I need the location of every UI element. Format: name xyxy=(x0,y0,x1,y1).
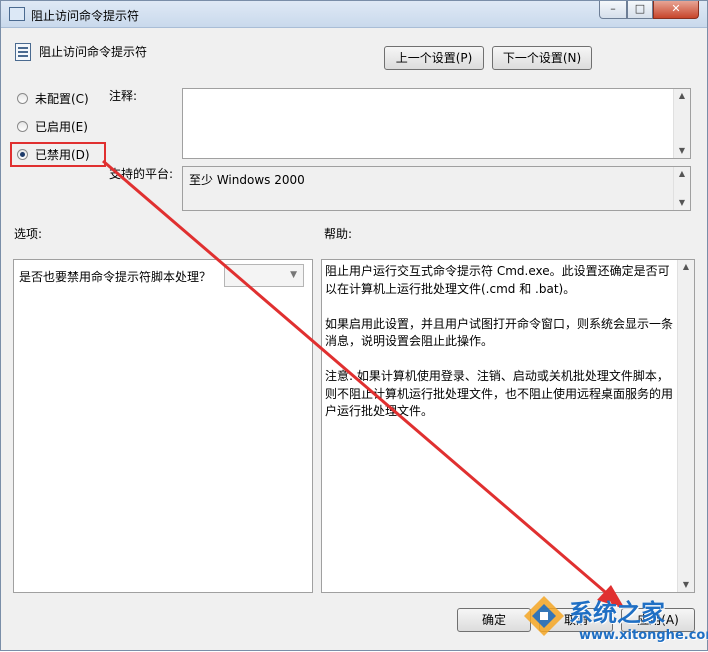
radio-button[interactable] xyxy=(17,121,28,132)
comment-textarea[interactable]: ▲ ▼ xyxy=(182,88,691,159)
scroll-up-icon[interactable]: ▲ xyxy=(674,89,690,103)
radio-label: 已启用(E) xyxy=(35,120,88,134)
previous-setting-button[interactable]: 上一个设置(P) xyxy=(384,46,484,70)
next-setting-button[interactable]: 下一个设置(N) xyxy=(492,46,592,70)
platform-label: 支持的平台: xyxy=(109,167,174,181)
help-panel: 阻止用户运行交互式命令提示符 Cmd.exe。此设置还确定是否可以在计算机上运行… xyxy=(321,259,695,593)
highlight-box xyxy=(10,142,106,167)
ok-button[interactable]: 确定 xyxy=(457,608,531,632)
scroll-up-icon[interactable]: ▲ xyxy=(678,260,694,274)
policy-setting-icon xyxy=(15,43,31,61)
maximize-button[interactable]: □ xyxy=(627,1,653,19)
platform-scrollbar[interactable]: ▲ ▼ xyxy=(673,167,690,210)
platform-field: 至少 Windows 2000 ▲ ▼ xyxy=(182,166,691,211)
title-bar[interactable]: 阻止访问命令提示符 – □ ✕ xyxy=(1,1,707,28)
help-scrollbar[interactable]: ▲ ▼ xyxy=(677,260,694,592)
watermark-brand: 系统之家 xyxy=(569,599,665,627)
chevron-down-icon: ▼ xyxy=(290,270,297,280)
options-panel: 是否也要禁用命令提示符脚本处理？ xyxy=(13,259,313,593)
app-icon xyxy=(9,7,25,21)
options-question: 是否也要禁用命令提示符脚本处理？ xyxy=(19,270,212,284)
comment-label: 注释: xyxy=(109,89,138,103)
platform-value: 至少 Windows 2000 xyxy=(189,173,305,187)
scroll-down-icon[interactable]: ▼ xyxy=(674,196,690,210)
watermark-url: www.xitonghe.com xyxy=(579,628,708,643)
policy-title: 阻止访问命令提示符 xyxy=(39,45,148,59)
radio-label: 未配置(C) xyxy=(35,92,89,106)
window-title: 阻止访问命令提示符 xyxy=(31,9,140,23)
minimize-button[interactable]: – xyxy=(599,1,627,19)
options-label: 选项: xyxy=(14,227,43,241)
script-processing-dropdown[interactable]: ▼ xyxy=(224,264,304,287)
scroll-down-icon[interactable]: ▼ xyxy=(678,578,694,592)
help-label: 帮助: xyxy=(324,227,353,241)
comment-scrollbar[interactable]: ▲ ▼ xyxy=(673,89,690,158)
scroll-down-icon[interactable]: ▼ xyxy=(674,144,690,158)
watermark-logo-icon xyxy=(524,596,564,636)
close-button[interactable]: ✕ xyxy=(653,1,699,19)
radio-button[interactable] xyxy=(17,93,28,104)
policy-dialog-window: 阻止访问命令提示符 – □ ✕ 阻止访问命令提示符 上一个设置(P) 下一个设置… xyxy=(0,0,708,651)
scroll-up-icon[interactable]: ▲ xyxy=(674,167,690,181)
help-text: 阻止用户运行交互式命令提示符 Cmd.exe。此设置还确定是否可以在计算机上运行… xyxy=(325,264,674,418)
